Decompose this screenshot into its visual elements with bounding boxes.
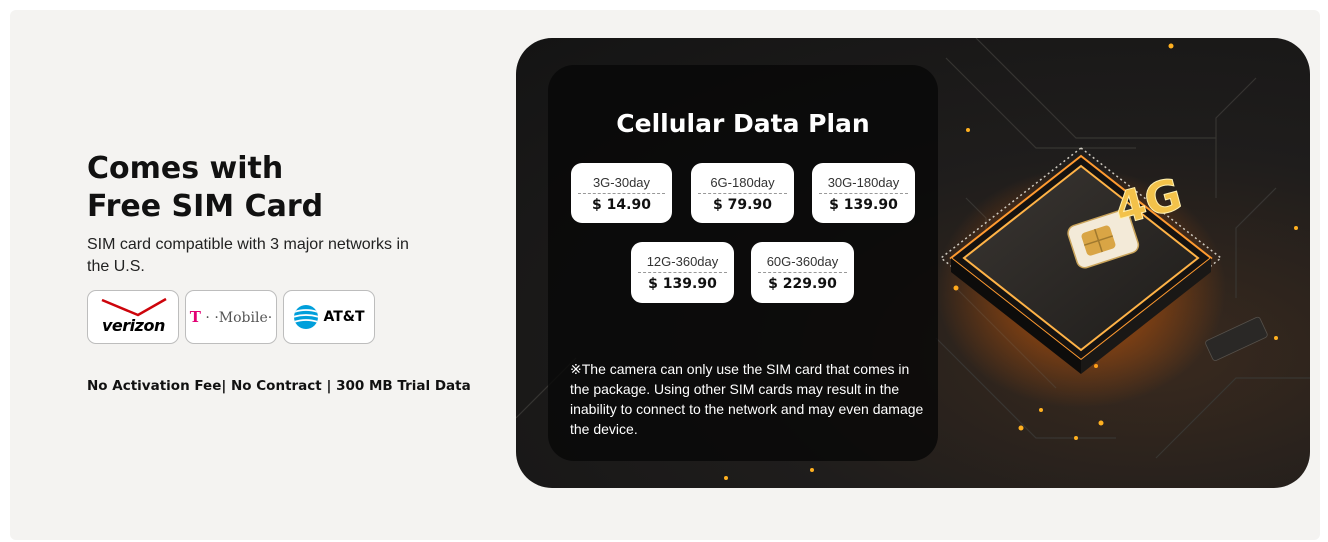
t-mobile-logo: T · ·Mobile·: [190, 308, 272, 326]
plan-price: $ 139.90: [648, 276, 717, 292]
plan-price: $ 79.90: [713, 197, 772, 213]
plan-3g-30day[interactable]: 3G-30day $ 14.90: [571, 163, 672, 223]
carrier-logos: verizon T · ·Mobile· AT&T: [87, 290, 487, 344]
headline-line-2: Free SIM Card: [87, 189, 324, 224]
plan-name: 12G-360day: [638, 254, 727, 273]
att-logo: AT&T: [293, 304, 365, 330]
plan-name: 3G-30day: [578, 175, 665, 194]
t-mobile-t-icon: T: [189, 308, 201, 326]
plan-60g-360day[interactable]: 60G-360day $ 229.90: [751, 242, 854, 303]
plan-name: 60G-360day: [758, 254, 847, 273]
plan-price: $ 229.90: [768, 276, 837, 292]
data-plan-banner: 4G Cellular Data Plan 3G-30day $ 14.90 6…: [516, 38, 1310, 488]
headline-line-1: Comes with: [87, 151, 284, 186]
t-mobile-logo-card: T · ·Mobile·: [185, 290, 277, 344]
plan-name: 30G-180day: [819, 175, 908, 194]
plan-name: 6G-180day: [698, 175, 787, 194]
plan-price: $ 139.90: [829, 197, 898, 213]
verizon-logo-card: verizon: [87, 290, 179, 344]
sim-info: Comes with Free SIM Card SIM card compat…: [87, 150, 487, 344]
att-wordmark: AT&T: [323, 309, 365, 325]
verizon-logo: verizon: [98, 297, 168, 337]
plan-terms: No Activation Fee| No Contract | 300 MB …: [87, 378, 471, 394]
plan-30g-180day[interactable]: 30G-180day $ 139.90: [812, 163, 915, 223]
plan-price: $ 14.90: [592, 197, 651, 213]
plan-6g-180day[interactable]: 6G-180day $ 79.90: [691, 163, 794, 223]
att-globe-icon: [294, 305, 319, 329]
sim-warning-note: ※The camera can only use the SIM card th…: [570, 361, 924, 437]
headline: Comes with Free SIM Card: [87, 150, 487, 226]
subtitle: SIM card compatible with 3 major network…: [87, 236, 409, 275]
plan-title: Cellular Data Plan: [616, 109, 870, 138]
verizon-wordmark: verizon: [102, 316, 165, 335]
t-mobile-wordmark: · ·Mobile·: [200, 310, 273, 326]
plan-12g-360day[interactable]: 12G-360day $ 139.90: [631, 242, 734, 303]
plan-card: Cellular Data Plan 3G-30day $ 14.90 6G-1…: [548, 65, 938, 461]
att-logo-card: AT&T: [283, 290, 375, 344]
